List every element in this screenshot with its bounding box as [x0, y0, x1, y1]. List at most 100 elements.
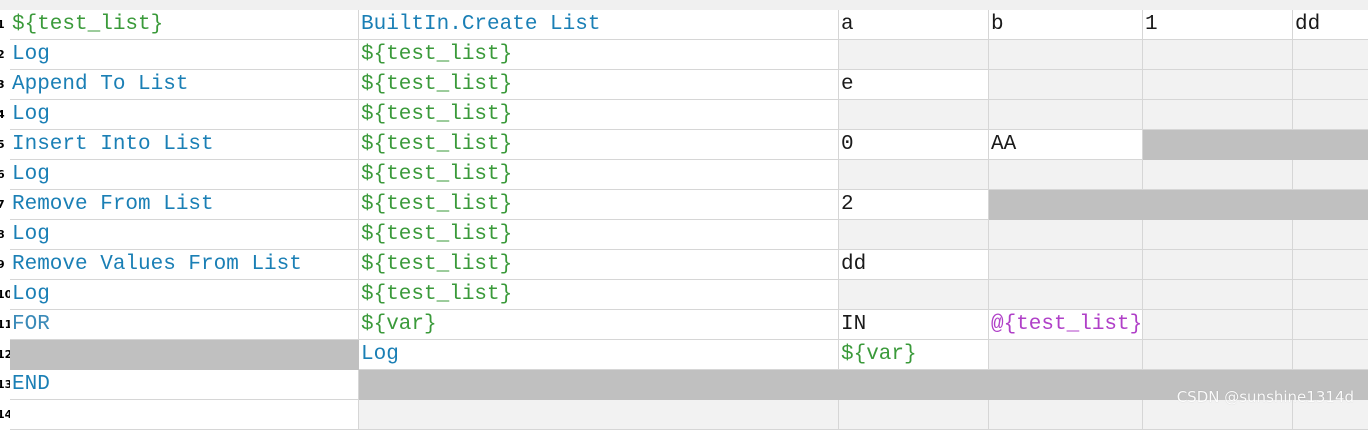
grid-row: 5 Insert Into List ${test_list} 0 AA [0, 130, 1368, 160]
grid-cell-col1[interactable]: ${test_list} [10, 10, 359, 40]
grid-cell-col4[interactable] [989, 190, 1143, 220]
grid-cell-col4[interactable] [989, 400, 1143, 430]
grid-cell-col4[interactable] [989, 280, 1143, 310]
grid-cell-col3[interactable] [839, 100, 989, 130]
row-number[interactable]: 2 [0, 40, 10, 70]
grid-cell-col5[interactable]: 1 [1143, 10, 1293, 40]
grid-cell-col3[interactable]: 2 [839, 190, 989, 220]
grid-cell-col2[interactable]: ${test_list} [359, 160, 839, 190]
grid-cell-col2[interactable]: ${test_list} [359, 40, 839, 70]
grid-cell-col6[interactable] [1293, 130, 1368, 160]
grid-cell-col1[interactable]: END [10, 370, 359, 400]
grid-cell-col6[interactable] [1293, 220, 1368, 250]
grid-cell-col2[interactable]: ${test_list} [359, 220, 839, 250]
test-case-grid: 1 ${test_list} BuiltIn.Create List a b 1 dd 2 Lo… [0, 10, 1368, 430]
row-number[interactable]: 6 [0, 160, 10, 190]
grid-cell-col2[interactable]: ${test_list} [359, 250, 839, 280]
grid-cell-col1[interactable] [10, 400, 359, 430]
grid-cell-col3[interactable] [839, 370, 989, 400]
grid-cell-col4[interactable] [989, 250, 1143, 280]
grid-cell-col2[interactable] [359, 400, 839, 430]
grid-cell-col3[interactable] [839, 40, 989, 70]
grid-cell-col3[interactable] [839, 220, 989, 250]
grid-cell-col1[interactable] [10, 340, 359, 370]
grid-cell-col5[interactable] [1143, 190, 1293, 220]
grid-cell-col2[interactable]: ${test_list} [359, 280, 839, 310]
grid-cell-col1[interactable]: FOR [10, 310, 359, 340]
grid-cell-col1[interactable]: Log [10, 220, 359, 250]
grid-cell-col3[interactable] [839, 400, 989, 430]
grid-cell-col4[interactable] [989, 70, 1143, 100]
grid-cell-col2[interactable]: Log [359, 340, 839, 370]
row-number[interactable]: 12 [0, 340, 10, 370]
grid-cell-col4[interactable] [989, 370, 1143, 400]
grid-cell-col3[interactable]: ${var} [839, 340, 989, 370]
grid-cell-col6[interactable]: dd [1293, 10, 1368, 40]
grid-cell-col2[interactable]: ${test_list} [359, 70, 839, 100]
grid-cell-col5[interactable] [1143, 100, 1293, 130]
grid-cell-col6[interactable] [1293, 160, 1368, 190]
grid-cell-col4[interactable] [989, 220, 1143, 250]
grid-cell-col4[interactable]: b [989, 10, 1143, 40]
grid-cell-col1[interactable]: Remove From List [10, 190, 359, 220]
grid-cell-col6[interactable] [1293, 310, 1368, 340]
grid-cell-col4[interactable] [989, 100, 1143, 130]
row-number[interactable]: 13 [0, 370, 10, 400]
grid-cell-col1[interactable]: Log [10, 280, 359, 310]
grid-cell-col6[interactable] [1293, 100, 1368, 130]
grid-cell-col3[interactable] [839, 280, 989, 310]
grid-cell-col1[interactable]: Remove Values From List [10, 250, 359, 280]
grid-cell-col4[interactable] [989, 160, 1143, 190]
grid-cell-col4[interactable]: @{test_list} [989, 310, 1143, 340]
row-number[interactable]: 7 [0, 190, 10, 220]
grid-cell-col5[interactable] [1143, 70, 1293, 100]
grid-cell-col5[interactable] [1143, 160, 1293, 190]
grid-cell-col6[interactable] [1293, 250, 1368, 280]
grid-cell-col1[interactable]: Log [10, 40, 359, 70]
grid-cell-col2[interactable]: ${test_list} [359, 100, 839, 130]
row-number[interactable]: 3 [0, 70, 10, 100]
grid-cell-col3[interactable]: a [839, 10, 989, 40]
grid-cell-col6[interactable] [1293, 40, 1368, 70]
grid-cell-col5[interactable] [1143, 310, 1293, 340]
grid-cell-col6[interactable] [1293, 340, 1368, 370]
grid-cell-col2[interactable]: ${test_list} [359, 190, 839, 220]
grid-cell-col4[interactable] [989, 40, 1143, 70]
row-number[interactable]: 4 [0, 100, 10, 130]
grid-cell-col2[interactable] [359, 370, 839, 400]
grid-cell-col2[interactable]: BuiltIn.Create List [359, 10, 839, 40]
grid-cell-col1[interactable]: Log [10, 100, 359, 130]
grid-row: 9 Remove Values From List ${test_list} dd [0, 250, 1368, 280]
grid-cell-col3[interactable]: IN [839, 310, 989, 340]
grid-cell-col1[interactable]: Log [10, 160, 359, 190]
row-number[interactable]: 14 [0, 400, 10, 430]
grid-cell-col6[interactable] [1293, 70, 1368, 100]
grid-cell-col6[interactable] [1293, 280, 1368, 310]
grid-cell-col5[interactable] [1143, 250, 1293, 280]
grid-row: 4 Log ${test_list} [0, 100, 1368, 130]
grid-cell-col3[interactable] [839, 160, 989, 190]
grid-cell-col2[interactable]: ${test_list} [359, 130, 839, 160]
watermark: CSDN @sunshine1314d [1176, 388, 1354, 406]
row-number[interactable]: 10 [0, 280, 10, 310]
grid-cell-col5[interactable] [1143, 130, 1293, 160]
grid-row: 12 Log ${var} [0, 340, 1368, 370]
grid-cell-col1[interactable]: Insert Into List [10, 130, 359, 160]
row-number[interactable]: 5 [0, 130, 10, 160]
grid-cell-col5[interactable] [1143, 340, 1293, 370]
grid-cell-col5[interactable] [1143, 280, 1293, 310]
grid-cell-col6[interactable] [1293, 190, 1368, 220]
row-number[interactable]: 8 [0, 220, 10, 250]
grid-cell-col2[interactable]: ${var} [359, 310, 839, 340]
row-number[interactable]: 11 [0, 310, 10, 340]
grid-cell-col3[interactable]: dd [839, 250, 989, 280]
grid-cell-col1[interactable]: Append To List [10, 70, 359, 100]
grid-cell-col5[interactable] [1143, 220, 1293, 250]
grid-cell-col3[interactable]: e [839, 70, 989, 100]
grid-cell-col5[interactable] [1143, 40, 1293, 70]
row-number[interactable]: 1 [0, 10, 10, 40]
grid-cell-col4[interactable]: AA [989, 130, 1143, 160]
grid-cell-col3[interactable]: 0 [839, 130, 989, 160]
row-number[interactable]: 9 [0, 250, 10, 280]
grid-cell-col4[interactable] [989, 340, 1143, 370]
